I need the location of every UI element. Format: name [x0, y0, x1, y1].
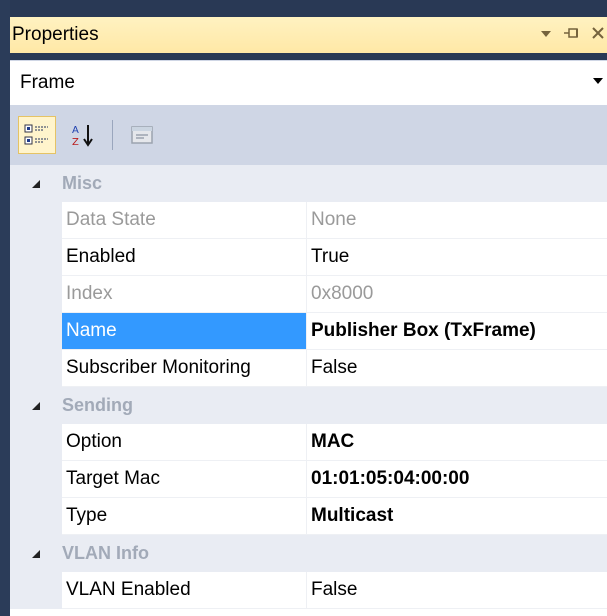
chevron-down-icon[interactable] [593, 78, 603, 84]
property-name: Data State [62, 202, 307, 239]
property-name: Option [62, 424, 307, 461]
property-grid: Misc Data State None Enabled True Index … [10, 165, 607, 616]
property-row-selected[interactable]: Name Publisher Box (TxFrame) [10, 313, 607, 350]
dropdown-arrow-icon[interactable] [537, 26, 555, 44]
toolbar-separator [112, 120, 113, 150]
close-icon[interactable] [589, 26, 607, 45]
collapse-arrow-icon[interactable] [10, 165, 62, 202]
property-row[interactable]: Subscriber Monitoring False [10, 350, 607, 387]
categorized-button[interactable] [18, 116, 56, 154]
alphabetical-icon: A Z [72, 125, 93, 148]
svg-text:Z: Z [72, 137, 79, 148]
alphabetical-button[interactable]: A Z [64, 116, 102, 154]
property-pages-button[interactable] [123, 116, 161, 154]
category-misc[interactable]: Misc [10, 165, 607, 202]
properties-panel: Properties Frame A Z Misc Data State Non… [10, 0, 607, 616]
property-row[interactable]: Data State None [10, 202, 607, 239]
panel-title-bar: Properties [10, 0, 607, 60]
category-label: Sending [62, 395, 133, 415]
property-name: Name [62, 313, 307, 350]
pin-icon[interactable] [563, 26, 581, 45]
property-name: Enabled [62, 239, 307, 276]
property-row[interactable]: VLAN Enabled False [10, 572, 607, 609]
property-value[interactable]: MAC [307, 424, 607, 461]
category-vlan-info[interactable]: VLAN Info [10, 535, 607, 572]
window-edge [0, 0, 10, 616]
category-label: Misc [62, 173, 103, 193]
property-value[interactable]: 01:01:05:04:00:00 [307, 461, 607, 498]
property-pages-icon [131, 126, 153, 144]
panel-title: Properties [12, 24, 99, 45]
category-label: VLAN Info [62, 543, 149, 563]
property-value[interactable]: False [307, 350, 607, 387]
property-value[interactable]: Publisher Box (TxFrame) [307, 313, 607, 350]
property-name: Target Mac [62, 461, 307, 498]
property-value[interactable]: False [307, 572, 607, 609]
object-selector-value: Frame [20, 72, 75, 93]
categorized-icon [24, 124, 48, 145]
panel-title-bar-active[interactable]: Properties [10, 17, 607, 53]
property-value[interactable]: True [307, 239, 607, 276]
property-row[interactable]: Option MAC [10, 424, 607, 461]
collapse-arrow-icon[interactable] [10, 535, 62, 572]
object-selector[interactable]: Frame [10, 60, 607, 105]
title-bar-buttons [537, 17, 607, 53]
property-value[interactable]: Multicast [307, 498, 607, 535]
category-sending[interactable]: Sending [10, 387, 607, 424]
property-name: Type [62, 498, 307, 535]
svg-text:A: A [72, 125, 79, 136]
property-value[interactable]: 0x8000 [307, 276, 607, 313]
property-row[interactable]: Enabled True [10, 239, 607, 276]
properties-toolbar: A Z [10, 105, 607, 165]
property-name: Index [62, 276, 307, 313]
property-name: VLAN Enabled [62, 572, 307, 609]
property-value[interactable]: None [307, 202, 607, 239]
collapse-arrow-icon[interactable] [10, 387, 62, 424]
property-row[interactable]: Target Mac 01:01:05:04:00:00 [10, 461, 607, 498]
property-row[interactable]: Index 0x8000 [10, 276, 607, 313]
property-row[interactable]: Type Multicast [10, 498, 607, 535]
property-name: Subscriber Monitoring [62, 350, 307, 387]
